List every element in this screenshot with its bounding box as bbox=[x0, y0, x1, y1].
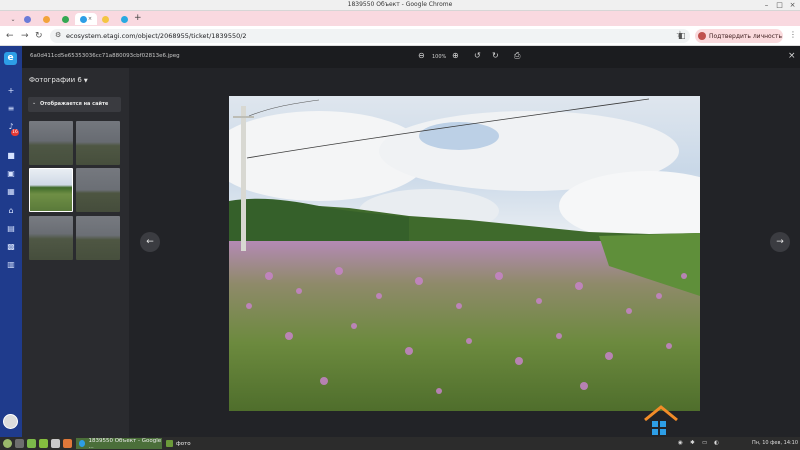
etagi-watermark-logo bbox=[644, 405, 678, 435]
terminal-launcher-icon[interactable] bbox=[27, 439, 36, 448]
tab-favicon-icon bbox=[23, 15, 31, 23]
maximize-icon[interactable]: □ bbox=[775, 1, 784, 10]
url-text[interactable]: ecosystem.etagi.com/object/2068955/ticke… bbox=[66, 32, 247, 40]
chevron-down-icon: ⌄ bbox=[32, 100, 37, 106]
reload-icon[interactable]: ↻ bbox=[35, 31, 43, 41]
site-info-icon[interactable]: ⚙ bbox=[55, 31, 61, 39]
rotate-right-icon[interactable]: ↻ bbox=[492, 51, 499, 61]
forward-icon[interactable]: → bbox=[21, 31, 29, 41]
window-titlebar: 1839550 Объект - Google Chrome – □ × bbox=[0, 0, 800, 11]
main-photo bbox=[229, 96, 700, 411]
home-search-icon[interactable]: ⌂ bbox=[6, 206, 16, 216]
app-logo[interactable]: e bbox=[4, 52, 17, 65]
network-icon[interactable]: ◉ bbox=[678, 439, 683, 448]
print-icon[interactable]: ⎙ bbox=[514, 51, 520, 61]
tab-1[interactable] bbox=[18, 13, 36, 25]
app-launcher-icon-2[interactable] bbox=[63, 439, 72, 448]
calendar-icon[interactable]: ▣ bbox=[6, 169, 16, 179]
menu-icon[interactable]: ≡ bbox=[6, 104, 16, 114]
taskbar-window-label: фото bbox=[176, 440, 191, 447]
start-menu-icon[interactable] bbox=[3, 439, 12, 448]
zoom-in-icon[interactable]: ⊕ bbox=[452, 51, 459, 61]
tab-favicon-icon bbox=[79, 15, 87, 23]
documents-icon[interactable]: ▤ bbox=[6, 224, 16, 234]
meadow-photo-image bbox=[229, 96, 700, 411]
chevron-down-icon: ⌄ bbox=[10, 15, 16, 23]
section-label: Отображается на сайте bbox=[40, 101, 109, 107]
user-avatar[interactable] bbox=[3, 414, 18, 429]
zoom-out-icon[interactable]: ⊖ bbox=[418, 51, 425, 61]
tab-strip: ⌄ × + bbox=[0, 11, 800, 26]
verify-identity-button[interactable]: Подтвердить личность bbox=[695, 29, 783, 43]
omnibox[interactable]: ⚙ ecosystem.etagi.com/object/2068955/tic… bbox=[50, 29, 690, 43]
profile-avatar bbox=[698, 32, 706, 40]
tab-favicon-icon bbox=[120, 15, 128, 23]
contacts-icon[interactable]: ▩ bbox=[6, 242, 16, 252]
photo-thumbnail-3-selected[interactable] bbox=[29, 168, 73, 212]
files-launcher-icon[interactable] bbox=[39, 439, 48, 448]
image-stage: ← → bbox=[129, 68, 800, 437]
os-taskbar: 1839550 Объект - Google ... фото ◉ ✱ ▭ ◐… bbox=[0, 437, 800, 450]
thumbnail-panel: Фотографии 6 ▼ ⌄ Отображается на сайте bbox=[22, 68, 129, 437]
tab-4-active[interactable]: × bbox=[75, 13, 97, 25]
previous-image-button[interactable]: ← bbox=[140, 232, 160, 252]
rotate-left-icon[interactable]: ↺ bbox=[474, 51, 481, 61]
photo-thumbnail-2[interactable] bbox=[76, 121, 120, 165]
next-image-button[interactable]: → bbox=[770, 232, 790, 252]
show-desktop-icon[interactable] bbox=[15, 439, 24, 448]
visible-on-site-section[interactable]: ⌄ Отображается на сайте bbox=[28, 97, 121, 112]
photo-viewer: 6a0d411cd5e65353036cc71a880093cbf02813e6… bbox=[22, 46, 800, 437]
photo-thumbnail-6[interactable] bbox=[76, 216, 120, 260]
taskbar-window-label: 1839550 Объект - Google ... bbox=[88, 437, 162, 450]
clock[interactable]: Пн, 10 фев, 14:10 bbox=[752, 439, 798, 448]
tab-favicon-icon bbox=[101, 15, 109, 23]
close-viewer-icon[interactable]: × bbox=[788, 51, 796, 61]
app-sidebar: e + ≡ ♪ 16 ■ ▣ ▦ ⌂ ▤ ▩ ▥ bbox=[0, 46, 22, 437]
zoom-level: 100% bbox=[432, 54, 447, 60]
briefcase-icon[interactable]: ■ bbox=[6, 151, 16, 161]
volume-icon[interactable]: ◐ bbox=[714, 439, 719, 448]
window-title: 1839550 Объект - Google Chrome bbox=[347, 1, 453, 8]
battery-icon[interactable]: ▭ bbox=[702, 439, 707, 448]
photo-thumbnail-1[interactable] bbox=[29, 121, 73, 165]
chrome-icon bbox=[79, 440, 86, 447]
taskbar-window-chrome[interactable]: 1839550 Объект - Google ... bbox=[76, 437, 162, 450]
photos-header: Фотографии 6 bbox=[29, 76, 82, 84]
new-tab-button[interactable]: + bbox=[134, 13, 142, 23]
chrome-menu-icon[interactable]: ⋮ bbox=[789, 30, 797, 39]
minimize-icon[interactable]: – bbox=[762, 1, 771, 10]
image-filename: 6a0d411cd5e65353036cc71a880093cbf02813e6… bbox=[30, 53, 180, 59]
tab-3[interactable] bbox=[56, 13, 74, 25]
photos-dropdown[interactable]: Фотографии 6 ▼ bbox=[29, 76, 88, 84]
extension-icon[interactable]: ◧ bbox=[678, 31, 686, 40]
back-icon[interactable]: ← bbox=[6, 31, 14, 41]
taskbar-window-folder[interactable]: фото bbox=[163, 438, 203, 449]
tab-6[interactable] bbox=[115, 13, 133, 25]
photo-thumbnail-5[interactable] bbox=[29, 216, 73, 260]
wallet-icon[interactable]: ▥ bbox=[6, 260, 16, 270]
close-tab-icon[interactable]: × bbox=[88, 16, 92, 22]
add-icon[interactable]: + bbox=[6, 86, 16, 96]
app-launcher-icon[interactable] bbox=[51, 439, 60, 448]
grid-icon[interactable]: ▦ bbox=[6, 187, 16, 197]
tab-favicon-icon bbox=[42, 15, 50, 23]
tab-2[interactable] bbox=[37, 13, 55, 25]
close-window-icon[interactable]: × bbox=[788, 1, 797, 10]
caret-down-icon: ▼ bbox=[83, 78, 88, 84]
tab-favicon-icon bbox=[61, 15, 69, 23]
verify-identity-label: Подтвердить личность bbox=[709, 32, 783, 40]
bluetooth-icon[interactable]: ✱ bbox=[690, 439, 695, 448]
notification-badge: 16 bbox=[11, 129, 19, 136]
tab-5[interactable] bbox=[96, 13, 114, 25]
photo-thumbnail-4[interactable] bbox=[76, 168, 120, 212]
viewer-toolbar: 6a0d411cd5e65353036cc71a880093cbf02813e6… bbox=[22, 46, 800, 68]
folder-icon bbox=[166, 440, 173, 447]
